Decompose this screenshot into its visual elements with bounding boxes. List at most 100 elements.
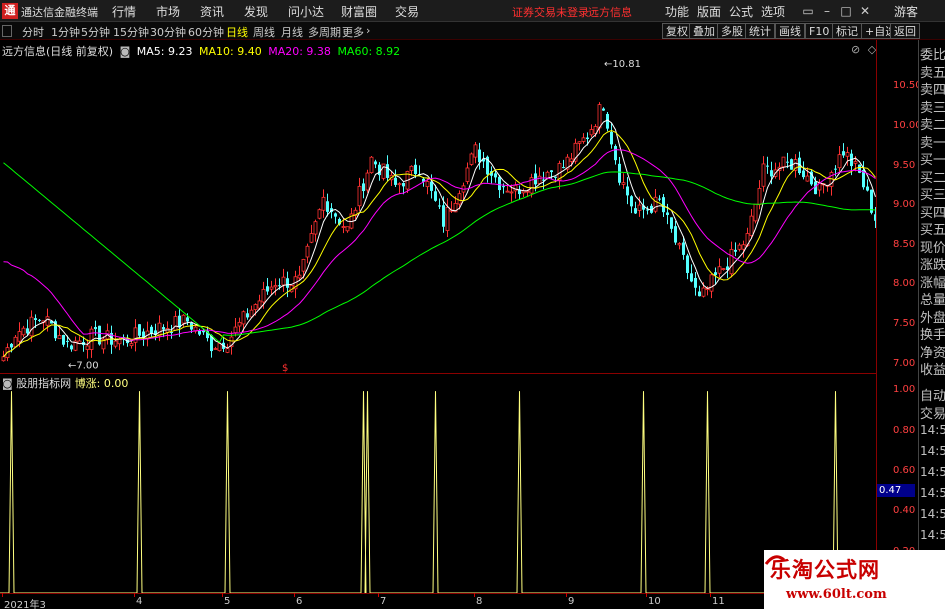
ma60-label: MA60: 8.92 [337,45,401,58]
indicator-toggle-icon[interactable]: ◙ [2,377,13,390]
candle-up [521,190,526,194]
settings-icon[interactable]: ⊘ [851,43,860,56]
period-tab-8[interactable]: 月线 [281,24,303,40]
candle-up [261,288,266,303]
candle-up [469,153,474,165]
statistics-button[interactable]: 统计 [745,23,775,39]
candle-up [837,154,842,169]
candle-down [10,343,13,348]
period-tab-5[interactable]: 60分钟 [188,24,224,40]
menu-wealth[interactable]: 财富圈 [341,3,377,20]
period-tab-1[interactable]: 1分钟 [51,24,80,40]
auto-trade-label[interactable]: 交易 [920,403,945,422]
menu-ask[interactable]: 问小达 [288,3,324,20]
multi-stock-button[interactable]: 多股 [717,23,747,39]
candle-down [362,183,365,192]
candlestick-chart[interactable]: ←10.81←7.00 $ [0,40,877,374]
quote-field-label: 卖二 [920,118,945,133]
time-tick-label: 10 [648,596,661,607]
more-chevron-icon[interactable]: › [366,24,370,37]
candle-down [842,151,845,156]
period-tab-7[interactable]: 周线 [253,24,275,40]
login-status[interactable]: 证券交易未登录 [512,4,589,20]
price-tick-label: 9.50 [893,159,916,171]
adjust-button[interactable]: 复权 [662,23,692,39]
candle-up [45,316,50,326]
minimize-icon[interactable]: – [819,3,835,19]
time-tick-label: 7 [380,596,387,607]
menu-quotes[interactable]: 行情 [112,3,136,20]
period-tab-0[interactable]: 分时 [22,24,44,40]
indicator-chart[interactable] [0,375,877,593]
candle-down [802,170,805,178]
time-tick [222,593,223,597]
maximize-icon[interactable]: □ [838,3,854,19]
candle-down [278,285,281,287]
candle-down [26,328,29,334]
menu-layout[interactable]: 版面 [697,3,721,20]
menu-function[interactable]: 功能 [665,3,689,20]
menu-news[interactable]: 资讯 [200,3,224,20]
indicator-title: 股朋指标网 [16,377,72,390]
menu-options[interactable]: 选项 [761,3,785,20]
menu-discover[interactable]: 发现 [244,3,268,20]
time-tick [2,593,3,597]
period-tab-6[interactable]: 日线 [226,24,248,40]
candle-up [29,316,34,337]
period-tab-2[interactable]: 5分钟 [81,24,110,40]
menu-market[interactable]: 市场 [156,3,180,20]
candle-down [150,326,153,334]
candle-down [714,272,717,276]
candle-up [537,175,542,184]
indicator-value: 博涨: 0.00 [74,377,129,390]
low-price-label: ←7.00 [68,361,99,372]
candle-up [173,316,178,331]
overlay-button[interactable]: 叠加 [689,23,719,39]
skin-icon[interactable]: ▭ [800,3,816,19]
candle-up [445,206,450,231]
candle-down [698,291,701,297]
candle-up [753,203,758,222]
period-toolbar: 分时 1分钟 5分钟 15分钟 30分钟 60分钟 日线 周线 月线 多周期 更多 › 复权 叠加 多… [0,22,945,40]
cursor-value: 0.47 [877,484,915,497]
candle-down [430,181,433,191]
auto-trade-label[interactable]: 自动 [920,385,945,404]
period-tab-10[interactable]: 更多 [342,24,364,40]
legend-toggle-icon[interactable]: ◙ [120,45,131,58]
quote-field-label: 买三 [920,188,945,203]
candle-down [866,186,869,191]
candle-up [737,244,742,250]
time-axis-line [0,593,877,594]
candle-up [425,181,430,188]
indicator-line [0,391,877,593]
ma10-line [3,130,876,358]
candle-down [138,324,141,336]
f10-button[interactable]: F10 [805,23,834,39]
close-icon[interactable]: ✕ [857,3,873,19]
candle-up [13,336,18,348]
candle-up [741,244,746,250]
guest-label[interactable]: 游客 [894,3,918,20]
candle-up [577,141,582,144]
candle-up [569,158,574,162]
menu-trade[interactable]: 交易 [395,3,419,20]
candle-down [646,209,649,211]
candle-down [562,167,565,169]
period-tab-4[interactable]: 30分钟 [150,24,186,40]
draw-button[interactable]: 画线 [775,23,805,39]
candle-up [301,258,306,272]
tick-time: 14:56 [920,528,945,542]
panel-toggle-icon[interactable] [2,25,12,37]
indicator-tick-label: 0.80 [893,424,916,436]
mark-button[interactable]: 标记 [832,23,862,39]
collapse-icon[interactable]: ◇ [868,43,876,56]
back-button[interactable]: 返回 [890,23,920,39]
candle-up [729,249,734,275]
period-tab-9[interactable]: 多周期 [308,24,341,40]
period-tab-3[interactable]: 15分钟 [113,24,149,40]
ma20-label: MA20: 9.38 [268,45,331,58]
quote-field-label: 现价 [920,240,945,256]
ma5-line [3,119,876,358]
quote-field-label: 涨幅 [920,275,945,291]
menu-formula[interactable]: 公式 [729,3,753,20]
